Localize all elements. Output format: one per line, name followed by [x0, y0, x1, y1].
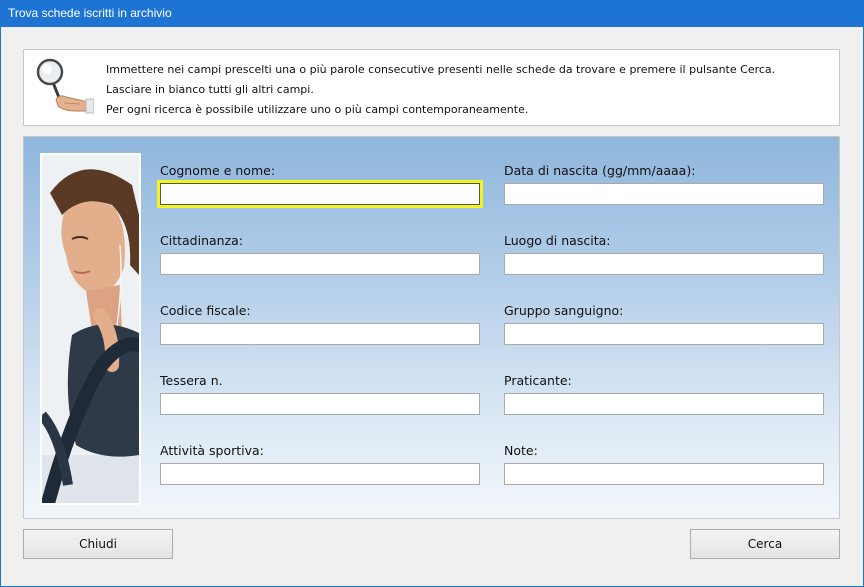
instruction-line-2: Lasciare in bianco tutti gli altri campi…	[106, 83, 314, 96]
label-note: Note:	[504, 443, 538, 458]
label-codice-fiscale: Codice fiscale:	[160, 303, 251, 318]
cittadinanza-input[interactable]	[160, 253, 480, 275]
search-button[interactable]: Cerca	[690, 529, 840, 559]
close-button[interactable]: Chiudi	[23, 529, 173, 559]
note-input[interactable]	[504, 463, 824, 485]
label-cittadinanza: Cittadinanza:	[160, 233, 244, 248]
cognome-nome-input[interactable]	[160, 183, 480, 205]
gruppo-sanguigno-input[interactable]	[504, 323, 824, 345]
athlete-photo-image	[42, 155, 139, 503]
label-cognome-nome: Cognome e nome:	[160, 163, 276, 178]
tessera-input[interactable]	[160, 393, 480, 415]
label-attivita-sportiva: Attività sportiva:	[160, 443, 264, 458]
luogo-nascita-input[interactable]	[504, 253, 824, 275]
label-praticante: Praticante:	[504, 373, 572, 388]
label-luogo-nascita: Luogo di nascita:	[504, 233, 611, 248]
codice-fiscale-input[interactable]	[160, 323, 480, 345]
instruction-line-1: Immettere nei campi prescelti una o più …	[106, 63, 776, 76]
attivita-sportiva-input[interactable]	[160, 463, 480, 485]
window-title: Trova schede iscritti in archivio	[8, 6, 172, 20]
label-gruppo-sanguigno: Gruppo sanguigno:	[504, 303, 624, 318]
instructions-panel: Immettere nei campi prescelti una o più …	[23, 49, 840, 126]
search-form-panel: Cognome e nome: Data di nascita (gg/mm/a…	[23, 136, 840, 519]
instructions-text: Immettere nei campi prescelti una o più …	[106, 60, 826, 120]
window-titlebar: Trova schede iscritti in archivio	[0, 0, 864, 27]
instruction-line-3: Per ogni ricerca è possibile utilizzare …	[106, 103, 529, 116]
label-data-nascita: Data di nascita (gg/mm/aaaa):	[504, 163, 696, 178]
data-nascita-input[interactable]	[504, 183, 824, 205]
magnifier-hand-icon	[36, 58, 94, 114]
praticante-input[interactable]	[504, 393, 824, 415]
athlete-photo	[40, 153, 141, 505]
label-tessera: Tessera n.	[160, 373, 223, 388]
